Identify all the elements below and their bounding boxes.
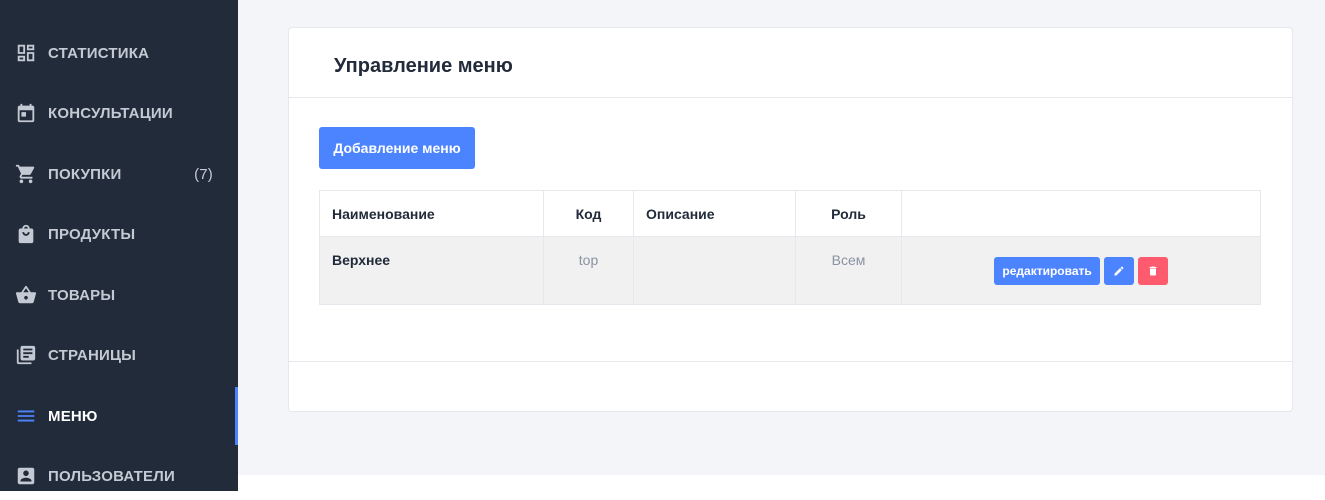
dashboard-icon (15, 42, 37, 64)
menu-management-card: Управление меню Добавление меню Наименов… (288, 27, 1293, 412)
delete-button[interactable] (1137, 256, 1168, 285)
menu-name-cell: Верхнее (319, 236, 544, 305)
calendar-icon (15, 102, 37, 124)
menu-table: Наименование Код Описание Роль Верхнее t… (319, 190, 1261, 305)
sidebar-item-menu[interactable]: МЕНЮ (0, 387, 238, 445)
sidebar-item-label: СТРАНИЦЫ (48, 346, 136, 364)
add-menu-button[interactable]: Добавление меню (319, 127, 475, 169)
column-header-description: Описание (633, 190, 796, 237)
shopping-bag-icon (15, 223, 37, 245)
sidebar-item-products[interactable]: ПРОДУКТЫ (0, 210, 238, 258)
sidebar-item-label: ПРОДУКТЫ (48, 225, 136, 243)
basket-icon (15, 284, 37, 306)
library-books-icon (15, 344, 37, 366)
sidebar-item-label: ПОКУПКИ (48, 165, 122, 183)
sidebar-item-goods[interactable]: ТОВАРЫ (0, 271, 238, 319)
card-header: Управление меню (289, 28, 1292, 98)
sidebar-item-label: ТОВАРЫ (48, 286, 116, 304)
edit-pencil-button[interactable] (1104, 256, 1134, 285)
column-header-role: Роль (795, 190, 902, 237)
menu-code-cell: top (543, 236, 634, 305)
main-content: Управление меню Добавление меню Наименов… (238, 0, 1325, 475)
menu-icon (15, 405, 37, 427)
edit-button[interactable]: редактировать (994, 256, 1101, 285)
table-header-row: Наименование Код Описание Роль (319, 190, 1261, 237)
sidebar-item-statistics[interactable]: СТАТИСТИКА (0, 29, 238, 77)
sidebar-item-users[interactable]: ПОЛЬЗОВАТЕЛИ (0, 452, 238, 500)
sidebar: СТАТИСТИКА КОНСУЛЬТАЦИИ ПОКУПКИ (7) ПРОД… (0, 0, 238, 491)
column-header-name: Наименование (319, 190, 544, 237)
row-actions-cell: редактировать (901, 236, 1261, 305)
card-footer-divider (289, 361, 1292, 362)
pencil-icon (1114, 265, 1124, 275)
column-header-code: Код (543, 190, 634, 237)
trash-icon (1149, 266, 1157, 275)
account-box-icon (15, 465, 37, 487)
menu-role-cell: Всем (795, 236, 902, 305)
sidebar-item-label: КОНСУЛЬТАЦИИ (48, 104, 173, 122)
page-title: Управление меню (334, 55, 513, 77)
sidebar-item-consultations[interactable]: КОНСУЛЬТАЦИИ (0, 89, 238, 137)
menu-description-cell (633, 236, 796, 305)
sidebar-item-pages[interactable]: СТРАНИЦЫ (0, 331, 238, 379)
column-header-actions (901, 190, 1261, 237)
purchases-count-badge: (7) (194, 165, 213, 183)
sidebar-item-label: СТАТИСТИКА (48, 44, 150, 62)
sidebar-item-label: МЕНЮ (48, 407, 98, 425)
sidebar-item-purchases[interactable]: ПОКУПКИ (7) (0, 150, 238, 198)
table-row: Верхнее top Всем редактировать (319, 236, 1261, 305)
cart-icon (15, 163, 37, 185)
sidebar-item-label: ПОЛЬЗОВАТЕЛИ (48, 467, 175, 485)
